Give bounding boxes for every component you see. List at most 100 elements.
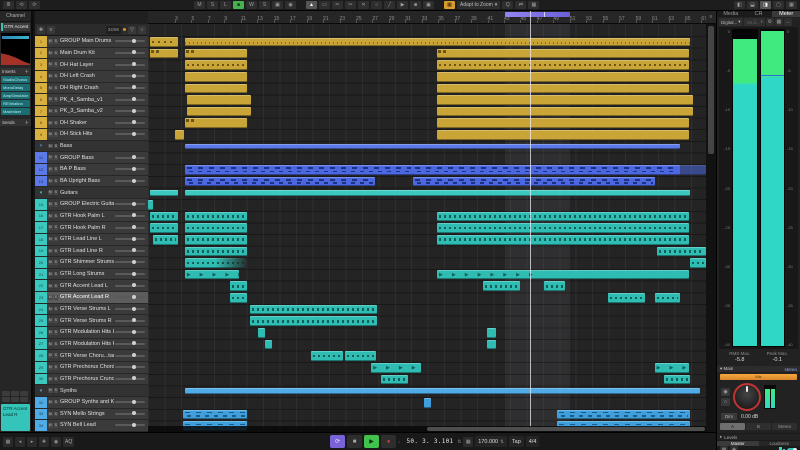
track-row[interactable]: 5MSDH Right Crash	[35, 83, 148, 95]
time-position-display[interactable]: 50. 3. 3.101	[405, 438, 456, 445]
track-row[interactable]: ▾MSBass	[35, 141, 148, 153]
track-mute-button[interactable]: M	[48, 144, 53, 149]
arrange-track-lane[interactable]	[148, 385, 706, 397]
audio-clip[interactable]	[437, 212, 689, 222]
track-mute-button[interactable]: M	[48, 109, 53, 114]
audio-clip[interactable]	[150, 190, 178, 196]
track-mute-button[interactable]: M	[48, 74, 53, 79]
track-mute-button[interactable]: M	[48, 39, 53, 44]
track-solo-button[interactable]: S	[54, 214, 59, 219]
right-zone-icon[interactable]: ◨	[760, 1, 771, 9]
arrange-track-lane[interactable]	[148, 106, 706, 118]
track-row[interactable]: 22MSGTR Accent Lead L	[35, 280, 148, 292]
audio-clip[interactable]	[487, 328, 496, 338]
color-tool[interactable]: ▣	[423, 1, 434, 9]
track-mute-button[interactable]: M	[48, 97, 53, 102]
track-mute-button[interactable]: M	[48, 318, 53, 323]
audio-clip[interactable]	[437, 118, 689, 128]
track-row[interactable]: 34MSSYN Bell Lead	[35, 420, 148, 432]
horizontal-scrollbar-thumb[interactable]	[427, 427, 705, 431]
stop-button[interactable]: ■	[347, 435, 362, 448]
audio-clip[interactable]	[185, 49, 247, 59]
track-solo-button[interactable]: S	[54, 167, 59, 172]
audio-clip[interactable]	[655, 293, 680, 303]
track-row[interactable]: 32MSGROUP Synths and Keys	[35, 397, 148, 409]
audio-clip[interactable]	[437, 107, 693, 117]
track-volume-slider[interactable]	[115, 122, 145, 124]
play-tool[interactable]: ▶	[397, 1, 408, 9]
audio-clip[interactable]	[487, 340, 496, 350]
audio-clip[interactable]	[437, 235, 689, 245]
draw-tool[interactable]: ✏	[332, 1, 343, 9]
audio-clip[interactable]	[557, 410, 690, 420]
track-mute-button[interactable]: M	[48, 412, 53, 417]
track-volume-slider[interactable]	[115, 87, 145, 89]
grid-icon[interactable]: ▦	[528, 1, 539, 9]
audio-clip[interactable]	[185, 388, 701, 394]
track-solo-button[interactable]: S	[54, 295, 59, 300]
audio-clip[interactable]	[381, 375, 408, 385]
levels-section-header[interactable]: ▸ Levels	[717, 433, 800, 441]
insert-slot[interactable]: REVelation	[1, 100, 30, 107]
vertical-scrollbar[interactable]	[706, 24, 716, 432]
audio-clip[interactable]	[150, 37, 178, 47]
audio-clip[interactable]	[657, 247, 706, 257]
track-volume-slider[interactable]	[115, 331, 145, 333]
track-row[interactable]: 11MSGROUP Bass	[35, 152, 148, 164]
arrange-track-lane[interactable]	[148, 129, 706, 141]
audio-clip[interactable]	[185, 118, 247, 128]
main-level-knob[interactable]	[733, 383, 761, 411]
tempo-spinner[interactable]: ⇅	[500, 439, 504, 445]
object-select-tool[interactable]: ▲	[306, 1, 317, 9]
insert-slot[interactable]: MonoDelay	[1, 84, 30, 91]
track-row[interactable]: 18MSGTR Lead Line L	[35, 234, 148, 246]
track-row[interactable]: 20MSGTR Shimmer Strums	[35, 257, 148, 269]
track-volume-slider[interactable]	[115, 180, 145, 182]
inserts-add-icon[interactable]: ＋	[25, 69, 30, 75]
ruler-options-button[interactable]: ≡	[706, 11, 716, 24]
arrange-track-lane[interactable]	[148, 246, 706, 258]
erase-tool[interactable]: ✕	[358, 1, 369, 9]
track-solo-button[interactable]: S	[54, 260, 59, 265]
audio-clip[interactable]	[544, 281, 565, 291]
track-solo-button[interactable]: S	[54, 39, 59, 44]
mute-tool[interactable]: ■	[410, 1, 421, 9]
audio-clip[interactable]	[185, 212, 247, 222]
track-solo-button[interactable]: S	[54, 330, 59, 335]
insert-slot[interactable]: StudioChorus	[1, 76, 30, 83]
punch-icon[interactable]: ✚	[39, 437, 49, 447]
audio-clip[interactable]	[153, 235, 178, 245]
track-volume-slider[interactable]	[115, 343, 145, 345]
track-presets-button[interactable]: ≡	[47, 26, 55, 34]
cycle-range-bar[interactable]	[505, 12, 570, 17]
audio-clip[interactable]	[187, 95, 251, 105]
audio-clip[interactable]	[311, 351, 343, 361]
audio-clip[interactable]	[185, 258, 246, 268]
footer-grid-icon[interactable]: ▦	[720, 446, 728, 450]
audio-clip[interactable]	[437, 60, 689, 70]
track-solo-button[interactable]: S	[54, 353, 59, 358]
peak-max-value[interactable]: -0.1	[759, 357, 797, 363]
maximize-icon[interactable]: ▦	[786, 1, 797, 9]
sends-add-icon[interactable]: ＋	[25, 120, 30, 126]
track-solo-button[interactable]: S	[54, 237, 59, 242]
vertical-scrollbar-thumb[interactable]	[708, 26, 714, 154]
audio-clip[interactable]	[345, 351, 376, 361]
audio-clip[interactable]	[175, 130, 184, 140]
track-row[interactable]: 2MSMain Drum Kit	[35, 48, 148, 60]
tempo-display[interactable]: 170.000 ⇅	[475, 436, 507, 447]
iterative-quantize-icon[interactable]: ⇄	[515, 1, 526, 9]
track-mute-button[interactable]: M	[48, 225, 53, 230]
rms-max-value[interactable]: -5.8	[721, 357, 759, 363]
arrange-track-lane[interactable]	[148, 117, 706, 129]
arrange-track-lane[interactable]	[148, 176, 706, 188]
arrange-track-lane[interactable]	[148, 211, 706, 223]
audio-clip[interactable]	[185, 247, 247, 257]
audio-clip[interactable]	[185, 177, 375, 187]
arrange-track-lane[interactable]	[148, 48, 706, 60]
arrange-track-lane[interactable]	[148, 152, 706, 164]
insert-slot[interactable]: AmpSimulator	[1, 92, 30, 99]
track-mute-button[interactable]: M	[48, 284, 53, 289]
track-mute-button[interactable]: M	[48, 272, 53, 277]
jump-fwd-icon[interactable]: ▸	[27, 437, 37, 447]
